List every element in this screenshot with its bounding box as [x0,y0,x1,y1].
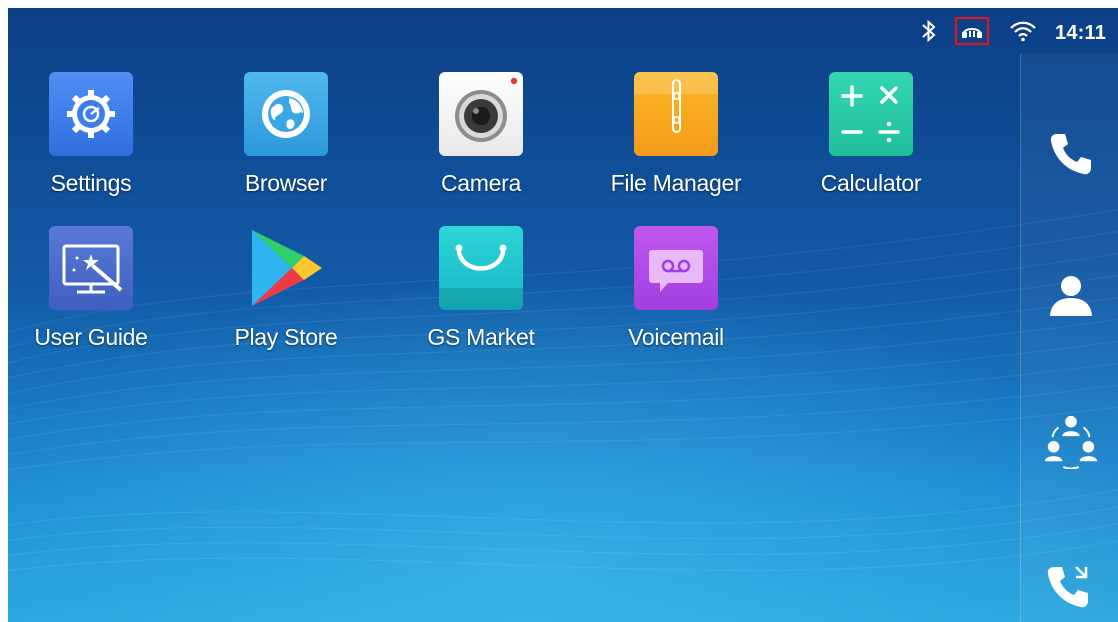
app-label: Play Store [234,324,338,350]
app-label: GS Market [427,324,535,350]
camera-lens-icon [439,72,523,156]
app-label: Browser [244,170,328,196]
screen-magic-wand-icon [49,226,133,310]
app-label: Camera [440,170,521,196]
settings-gear-icon [49,72,133,156]
phone-icon[interactable] [1043,126,1099,182]
app-voicemail[interactable]: Voicemail [601,226,751,366]
calculator-icon [829,72,913,156]
app-camera[interactable]: Camera [406,72,556,212]
app-settings[interactable]: Settings [16,72,166,212]
app-file-manager[interactable]: File Manager [601,72,751,212]
wifi-icon [1008,18,1038,44]
conference-icon[interactable] [1043,412,1099,469]
folder-zip-icon [634,72,718,156]
headset-icon [955,17,989,45]
app-label: File Manager [610,170,742,196]
app-label: User Guide [34,324,148,350]
play-triangle-icon [244,226,328,310]
wallpaper-swirl [8,209,1118,572]
side-dock [1020,54,1118,622]
contacts-icon[interactable] [1043,268,1099,324]
status-clock: 14:11 [1055,22,1107,44]
app-gs-market[interactable]: GS Market [406,226,556,366]
app-label: Voicemail [628,324,724,350]
app-user-guide[interactable]: User Guide [16,226,166,366]
call-history-icon[interactable] [1043,558,1099,614]
bluetooth-icon [918,18,940,44]
app-browser[interactable]: Browser [211,72,361,212]
app-play-store[interactable]: Play Store [211,226,361,366]
app-label: Calculator [820,170,922,196]
voicemail-icon [634,226,718,310]
shopping-bag-icon [439,226,523,310]
status-bar: 14:11 [8,8,1118,54]
app-label: Settings [50,170,132,196]
app-calculator[interactable]: Calculator [796,72,946,212]
home-screen: 14:11 Settings Browser Camera File Manag… [8,8,1118,622]
globe-icon [244,72,328,156]
